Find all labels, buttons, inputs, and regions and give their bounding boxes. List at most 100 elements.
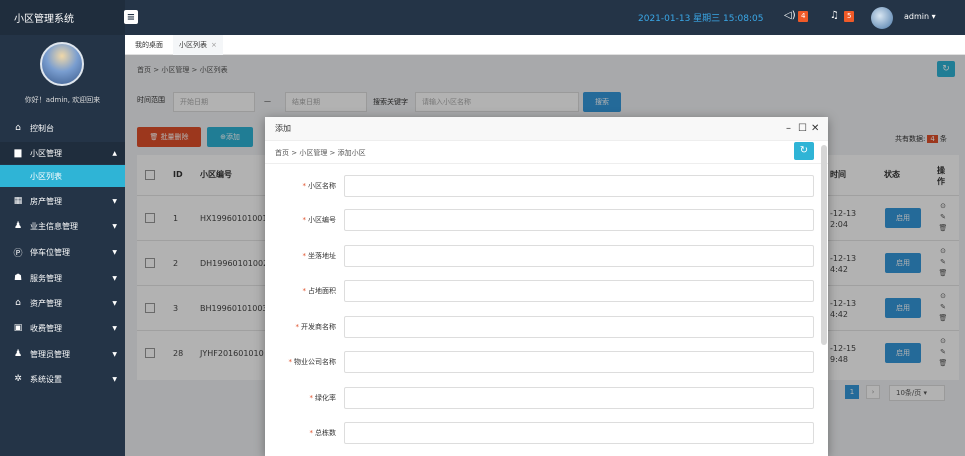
address-input[interactable] (344, 245, 814, 267)
form-row-address: * 坐落地址 (265, 245, 814, 267)
sidebar-item-label: 系统设置 (30, 374, 62, 384)
tab-bar: 我的桌面 小区列表 × (125, 35, 965, 55)
chevron-down-icon: ▼ (112, 197, 117, 205)
sidebar-item-community[interactable]: ▆ 小区管理 ▲ (0, 142, 125, 164)
required-mark: * (302, 182, 307, 190)
profile-avatar (40, 42, 84, 86)
form-row-area: * 占地面积 (265, 280, 814, 302)
area-input[interactable] (344, 280, 814, 302)
field-label-text: 占地面积 (308, 287, 336, 295)
add-community-dialog: 添加 – ☐ ✕ 首页 > 小区管理 > 添加小区 ↻ * 小区名称 * 小区编号 … (265, 117, 828, 456)
sidebar-item-dashboard[interactable]: ⌂ 控制台 (0, 117, 125, 139)
field-label-text: 总栋数 (315, 429, 336, 437)
speaker-icon[interactable]: ◁) (784, 10, 796, 21)
property-company-input[interactable] (344, 351, 814, 373)
sidebar-item-label: 资产管理 (30, 298, 62, 308)
chevron-down-icon: ▼ (112, 375, 117, 383)
close-icon[interactable]: × (211, 41, 217, 49)
dialog-refresh-button[interactable]: ↻ (794, 142, 814, 160)
dialog-breadcrumb: 首页 > 小区管理 > 添加小区 (275, 149, 366, 157)
field-label: * 开发商名称 (296, 316, 337, 338)
bell-icon[interactable]: ♫ (830, 10, 839, 21)
admins-icon: ♟ (13, 349, 23, 359)
field-label-text: 坐落地址 (308, 252, 336, 260)
tab-my-desktop[interactable]: 我的桌面 (129, 35, 169, 55)
sidebar-item-label: 控制台 (30, 123, 54, 133)
sidebar-item-label: 小区列表 (30, 171, 62, 181)
menu-toggle-button[interactable]: ≡ (124, 10, 138, 24)
current-datetime: 2021-01-13 星期三 15:08:05 (638, 14, 764, 24)
chevron-down-icon: ▼ (112, 274, 117, 282)
chevron-down-icon: ▼ (112, 222, 117, 230)
greening-rate-input[interactable] (344, 387, 814, 409)
field-label-text: 绿化率 (315, 394, 336, 402)
sidebar-item-owners[interactable]: ♟ 业主信息管理 ▼ (0, 215, 125, 237)
sidebar-item-billing[interactable]: ▣ 收费管理 ▼ (0, 317, 125, 339)
sidebar-item-label: 服务管理 (30, 273, 62, 283)
service-icon: ☗ (13, 273, 23, 283)
chevron-down-icon: ▼ (112, 299, 117, 307)
sidebar-item-label: 收费管理 (30, 323, 62, 333)
tab-label: 我的桌面 (135, 41, 163, 49)
sidebar-item-label: 停车位管理 (30, 247, 70, 257)
sidebar-item-label: 房产管理 (30, 196, 62, 206)
user-menu[interactable]: admin ▾ (904, 12, 936, 21)
home-icon: ⌂ (15, 123, 21, 133)
tab-community-list[interactable]: 小区列表 × (173, 35, 223, 55)
field-label: * 物业公司名称 (289, 351, 337, 373)
sidebar-item-assets[interactable]: ⌂ 资产管理 ▼ (0, 292, 125, 314)
user-avatar[interactable] (871, 7, 893, 29)
welcome-text: 你好！admin, 欢迎回来 (24, 96, 101, 104)
form-row-buildings: * 总栋数 (265, 422, 814, 444)
app-title: 小区管理系统 (0, 0, 125, 35)
close-icon[interactable]: ✕ (811, 117, 819, 141)
community-code-input[interactable] (344, 209, 814, 231)
sidebar-item-parking[interactable]: Ⓟ 停车位管理 ▼ (0, 241, 125, 263)
field-label-text: 小区名称 (308, 182, 336, 190)
sidebar-item-label: 小区管理 (30, 148, 62, 158)
tab-label: 小区列表 (179, 41, 207, 49)
sidebar: 你好！admin, 欢迎回来 ⌂ 控制台 ▆ 小区管理 ▲ 小区列表 ▦ 房产管… (0, 35, 125, 456)
sidebar-item-service[interactable]: ☗ 服务管理 ▼ (0, 267, 125, 289)
chevron-down-icon: ▼ (112, 350, 117, 358)
community-name-input[interactable] (344, 175, 814, 197)
field-label: * 小区编号 (303, 209, 337, 231)
field-label: * 绿化率 (310, 387, 337, 409)
bell-count-badge: 5 (844, 11, 855, 22)
chevron-down-icon: ▼ (112, 324, 117, 332)
field-label: * 占地面积 (303, 280, 337, 302)
sidebar-item-community-list[interactable]: 小区列表 (0, 165, 125, 187)
developer-input[interactable] (344, 316, 814, 338)
field-label-text: 物业公司名称 (294, 358, 336, 366)
form-row-code: * 小区编号 (265, 209, 814, 231)
dialog-title: 添加 (265, 117, 828, 141)
top-bar: 小区管理系统 ≡ 2021-01-13 星期三 15:08:05 ◁) 4 ♫ … (0, 0, 965, 35)
required-mark: * (302, 252, 307, 260)
sidebar-item-property[interactable]: ▦ 房产管理 ▼ (0, 190, 125, 212)
field-label-text: 开发商名称 (301, 323, 336, 331)
field-label: * 总栋数 (310, 422, 337, 444)
maximize-icon[interactable]: ☐ (798, 117, 807, 141)
building-count-input[interactable] (344, 422, 814, 444)
house-icon: ▦ (13, 196, 23, 206)
user-name: admin (904, 12, 930, 21)
chevron-up-icon: ▲ (112, 149, 117, 157)
form-row-developer: * 开发商名称 (265, 316, 814, 338)
parking-icon: Ⓟ (13, 248, 23, 259)
form-row-greening: * 绿化率 (265, 387, 814, 409)
gear-icon: ✲ (14, 374, 22, 384)
required-mark: * (302, 216, 307, 224)
field-label-text: 小区编号 (308, 216, 336, 224)
form-row-name: * 小区名称 (265, 175, 814, 197)
required-mark: * (288, 358, 293, 366)
required-mark: * (309, 429, 314, 437)
sidebar-item-admins[interactable]: ♟ 管理员管理 ▼ (0, 343, 125, 365)
users-icon: ♟ (13, 221, 23, 231)
building-icon: ▆ (14, 148, 22, 158)
billing-icon: ▣ (13, 323, 23, 333)
chevron-down-icon: ▼ (112, 248, 117, 256)
field-label: * 小区名称 (303, 175, 337, 197)
dialog-scrollbar[interactable] (821, 145, 827, 345)
minimize-icon[interactable]: – (786, 117, 791, 141)
sidebar-item-settings[interactable]: ✲ 系统设置 ▼ (0, 368, 125, 390)
